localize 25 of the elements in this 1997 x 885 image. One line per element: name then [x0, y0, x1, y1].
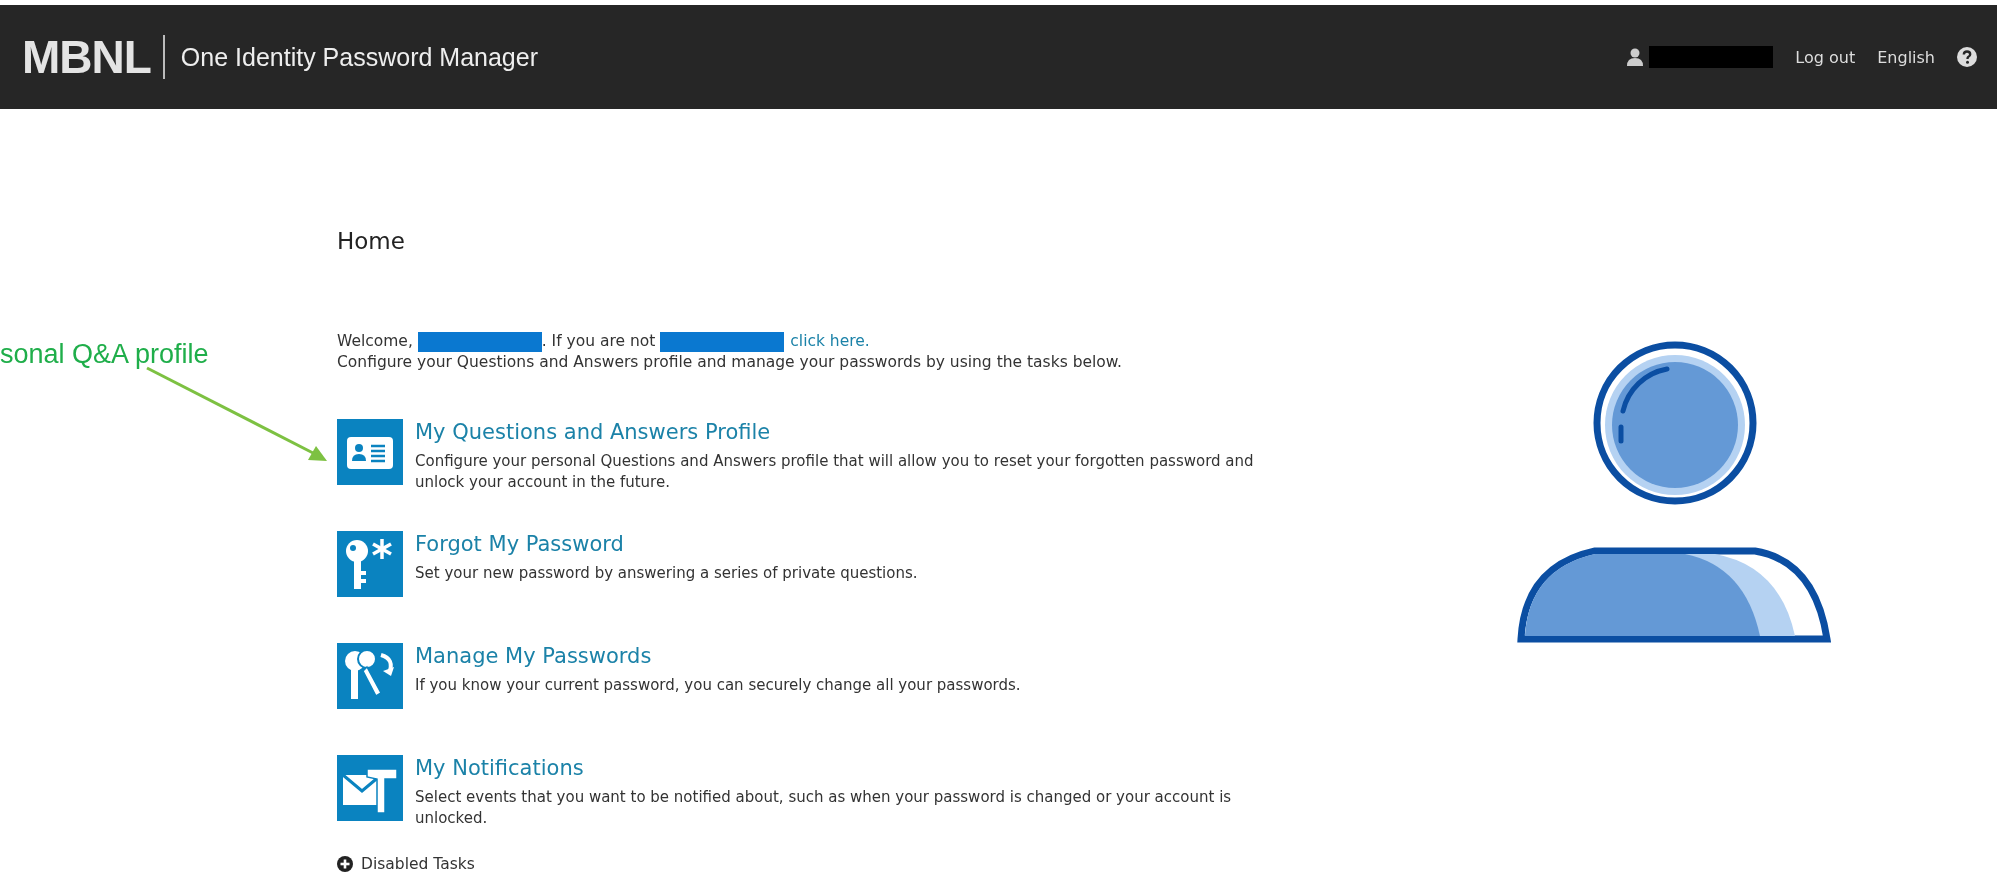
welcome-text: . If you are not [541, 331, 657, 352]
logo: MBNL [22, 35, 165, 79]
page-heading: Home [337, 227, 406, 255]
task-description: Configure your personal Questions and Answers profile that will allow you to reset your forgotten password and unlock your account in the future. [415, 451, 1255, 493]
task-link[interactable]: Forgot My Password [415, 531, 918, 557]
task-link[interactable]: My Notifications [415, 755, 1275, 781]
task-description: Set your new password by answering a series of private questions. [415, 563, 918, 584]
id-card-icon[interactable] [337, 419, 403, 485]
keys-icon[interactable] [337, 643, 403, 709]
intro-text: Configure your Questions and Answers profile and manage your passwords by using the tasks below. [337, 352, 1123, 373]
task-description: If you know your current password, you can securely change all your passwords. [415, 675, 1021, 696]
welcome-text: Welcome, [337, 331, 414, 352]
app-title: One Identity Password Manager [180, 42, 538, 72]
annotation-text: sonal Q&A profile [0, 338, 209, 370]
task-link[interactable]: Manage My Passwords [415, 643, 1021, 669]
task-link[interactable]: My Questions and Answers Profile [415, 419, 1275, 445]
header-link[interactable]: Log out [1795, 47, 1856, 67]
help-icon[interactable] [1957, 47, 1977, 67]
click-here-link[interactable]: click here. [790, 331, 870, 352]
envelope-hammer-icon[interactable] [337, 755, 403, 821]
header-link[interactable]: English [1877, 47, 1935, 67]
user-icon [1627, 48, 1644, 66]
expand-icon[interactable] [337, 856, 353, 872]
task-description: Select events that you want to be notified about, such as when your password is changed or your account is unlocked. [415, 787, 1233, 829]
key-icon[interactable] [337, 531, 403, 597]
